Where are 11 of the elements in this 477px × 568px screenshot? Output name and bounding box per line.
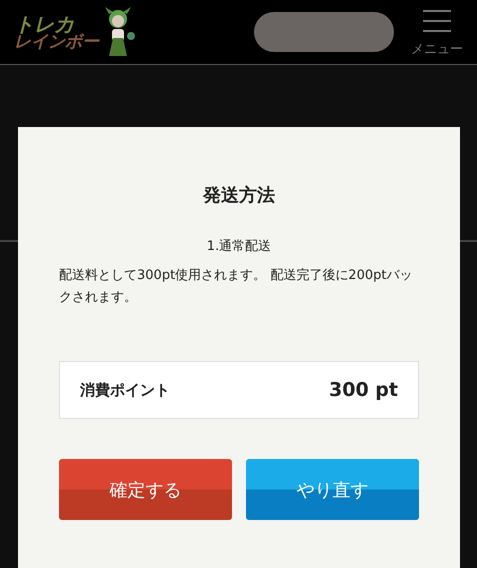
points-label: 消費ポイント bbox=[80, 380, 170, 400]
confirm-button[interactable]: 確定する bbox=[59, 459, 232, 520]
menu-button[interactable]: メニュー bbox=[411, 6, 463, 58]
dialog-title: 発送方法 bbox=[202, 184, 276, 207]
points-value: 300 pt bbox=[329, 379, 398, 401]
retry-button[interactable]: やり直す bbox=[246, 459, 419, 520]
logo-text[interactable]: トレカ bbox=[14, 14, 99, 34]
menu-icon bbox=[423, 10, 451, 32]
logo-text[interactable]: レインボー bbox=[14, 34, 99, 50]
description-text: 配送料として300pt使用されます。 配送完了後に200ptバックされます。 bbox=[59, 267, 414, 307]
shipping-option: 1.通常配送 bbox=[59, 237, 419, 255]
